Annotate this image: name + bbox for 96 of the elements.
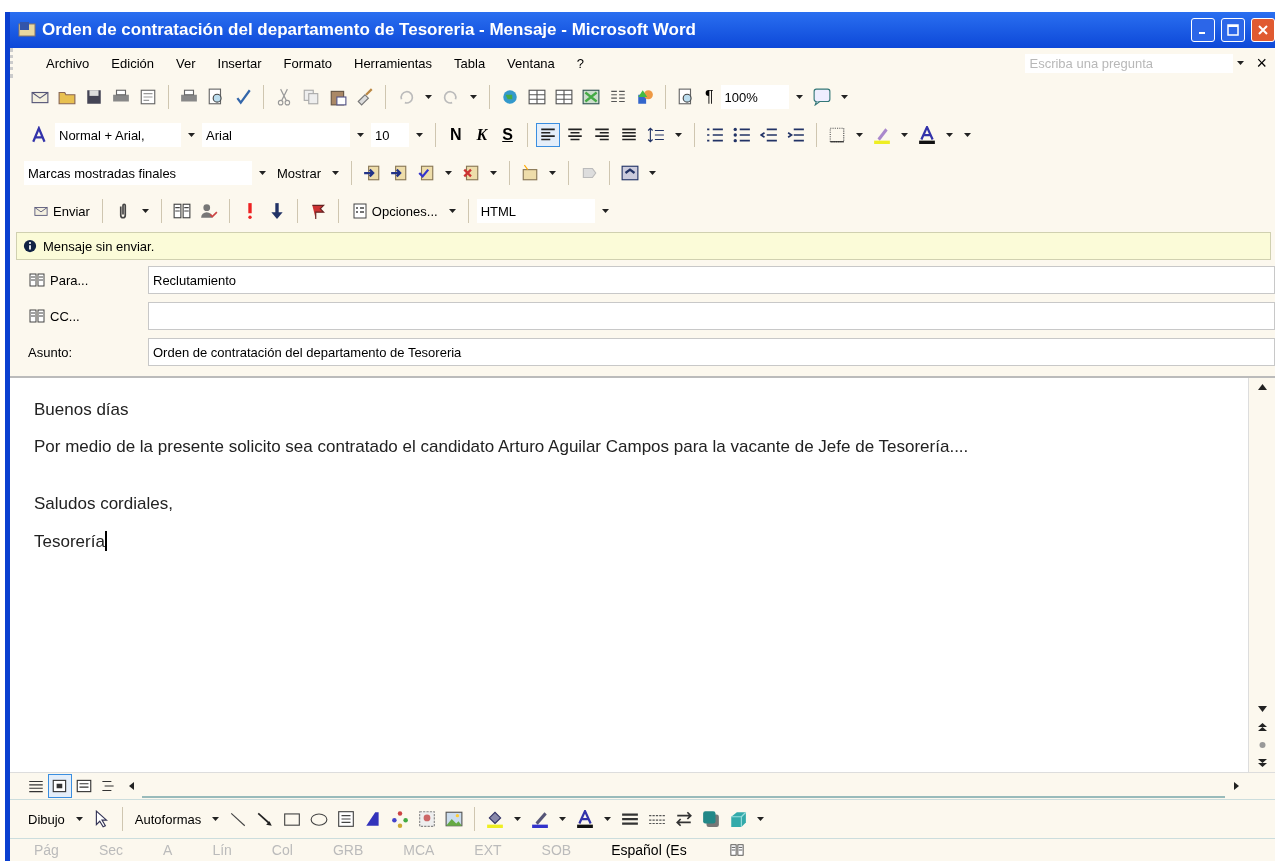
format-dropdown[interactable]: HTML — [476, 199, 595, 223]
body-text: Tesorería — [34, 532, 105, 551]
caret-icon[interactable] — [855, 133, 863, 137]
scroll-right-icon[interactable] — [1231, 782, 1241, 790]
zoom-dropdown[interactable]: 100% — [720, 85, 789, 109]
options-icon[interactable] — [350, 203, 369, 219]
maximize-icon[interactable] — [1227, 24, 1239, 36]
send-button[interactable]: Enviar — [28, 199, 94, 223]
print-view-icon[interactable] — [48, 774, 72, 798]
caret-icon[interactable] — [559, 817, 567, 821]
field-label[interactable]: CC... — [50, 308, 80, 324]
input-field[interactable]: Reclutamiento — [148, 266, 1275, 294]
status-indicator: Sec — [98, 842, 124, 858]
caret-icon[interactable] — [549, 171, 557, 175]
status-indicator: GRB — [332, 842, 364, 858]
show-menu-button[interactable]: Mostrar — [273, 161, 326, 185]
app-icon — [18, 22, 36, 38]
info-message: Mensaje sin enviar. — [43, 238, 155, 254]
caret-icon[interactable] — [332, 171, 340, 175]
maximize-button[interactable] — [1221, 18, 1245, 42]
caret-icon[interactable] — [514, 817, 522, 821]
markup-display-dropdown[interactable]: Marcas mostradas finales — [24, 161, 252, 185]
draw-menu-button[interactable]: Dibujo — [24, 807, 69, 831]
font-size-dropdown[interactable]: 10 — [371, 123, 409, 147]
help-search-field[interactable]: Escriba una pregunta — [1025, 53, 1234, 73]
menu-item[interactable]: Ver — [165, 55, 207, 71]
menu-item[interactable]: Ventana — [496, 55, 566, 71]
caret-icon[interactable] — [757, 817, 765, 821]
body-text: Saludos cordiales, — [34, 494, 173, 513]
minimize-button[interactable] — [1191, 18, 1215, 42]
caret-icon[interactable] — [840, 95, 848, 99]
underline-button[interactable]: S — [496, 126, 519, 144]
info-icon — [23, 239, 37, 253]
body-text: Buenos días — [34, 400, 129, 419]
caret-icon[interactable] — [900, 133, 908, 137]
address-book-icon[interactable] — [28, 308, 46, 324]
caret-icon[interactable] — [445, 171, 453, 175]
status-indicator: Español (Es — [611, 842, 687, 858]
caret-icon[interactable] — [1237, 61, 1245, 65]
window-title: Orden de contratación del departamento de Tesoreria - Mensaje - Microsoft Word — [42, 20, 697, 40]
close-button[interactable] — [1251, 18, 1275, 42]
field-label: Asunto: — [28, 344, 73, 360]
caret-icon[interactable] — [649, 171, 657, 175]
caret-icon[interactable] — [795, 95, 803, 99]
menu-item[interactable]: Insertar — [206, 55, 273, 71]
close-icon[interactable] — [1257, 24, 1269, 36]
bold-button[interactable]: N — [444, 126, 468, 144]
caret-icon[interactable] — [212, 817, 220, 821]
options-button[interactable]: Opciones... — [346, 199, 442, 223]
input-field[interactable] — [148, 302, 1275, 330]
menu-item[interactable]: ? — [565, 55, 596, 71]
status-indicator: Pág — [34, 842, 59, 858]
caret-icon[interactable] — [470, 95, 477, 99]
caret-icon[interactable] — [945, 133, 953, 137]
caret-icon[interactable] — [604, 817, 612, 821]
font-dropdown[interactable]: Arial — [202, 123, 350, 147]
text-cursor — [104, 531, 107, 551]
envelope-icon[interactable] — [32, 204, 50, 218]
italic-button[interactable]: K — [470, 126, 494, 144]
status-indicator: MCA — [403, 842, 435, 858]
scroll-up-icon[interactable] — [1257, 383, 1267, 391]
caret-icon[interactable] — [141, 209, 149, 213]
field-label[interactable]: Para... — [50, 272, 89, 288]
menu-item[interactable]: Edición — [100, 55, 165, 71]
caret-icon[interactable] — [259, 171, 266, 175]
caret-icon[interactable] — [416, 133, 423, 137]
caret-icon[interactable] — [490, 171, 498, 175]
body-text: Por medio de la presente solicito sea contratado el candidato Arturo Aguilar Campos para la vacante de Jefe de Tesorería.... — [34, 437, 969, 456]
caret-icon[interactable] — [601, 209, 609, 213]
caret-icon[interactable] — [188, 133, 195, 137]
caret-icon[interactable] — [357, 133, 364, 137]
caret-icon[interactable] — [674, 133, 682, 137]
status-indicator: Col — [271, 842, 293, 858]
menu-item[interactable]: Herramientas — [343, 55, 444, 71]
input-field[interactable]: Orden de contratación del departamento de Tesoreria — [148, 338, 1275, 366]
menu-item[interactable]: Formato — [272, 55, 343, 71]
address-book-icon[interactable] — [28, 272, 46, 288]
close-document-button[interactable]: × — [1248, 52, 1275, 74]
menu-item[interactable]: Tabla — [443, 55, 497, 71]
menu-item[interactable]: Archivo — [35, 55, 101, 71]
next-page-icon[interactable] — [1257, 759, 1267, 767]
caret-icon[interactable] — [448, 209, 456, 213]
caret-icon[interactable] — [425, 95, 432, 99]
style-dropdown[interactable]: Normal + Arial, — [55, 123, 181, 147]
browse-object-icon[interactable] — [1257, 741, 1267, 749]
status-indicator: EXT — [474, 842, 502, 858]
status-indicator: SOB — [541, 842, 572, 858]
status-indicator: A — [163, 842, 173, 858]
caret-icon[interactable] — [963, 133, 971, 137]
previous-page-icon[interactable] — [1257, 723, 1267, 731]
caret-icon[interactable] — [75, 817, 83, 821]
scroll-down-icon[interactable] — [1257, 705, 1267, 713]
pilcrow-button[interactable]: ¶ — [701, 85, 718, 109]
status-indicator: Lín — [212, 842, 232, 858]
autoshapes-menu-button[interactable]: Autoformas — [130, 807, 206, 831]
align-left-icon[interactable] — [535, 123, 560, 147]
